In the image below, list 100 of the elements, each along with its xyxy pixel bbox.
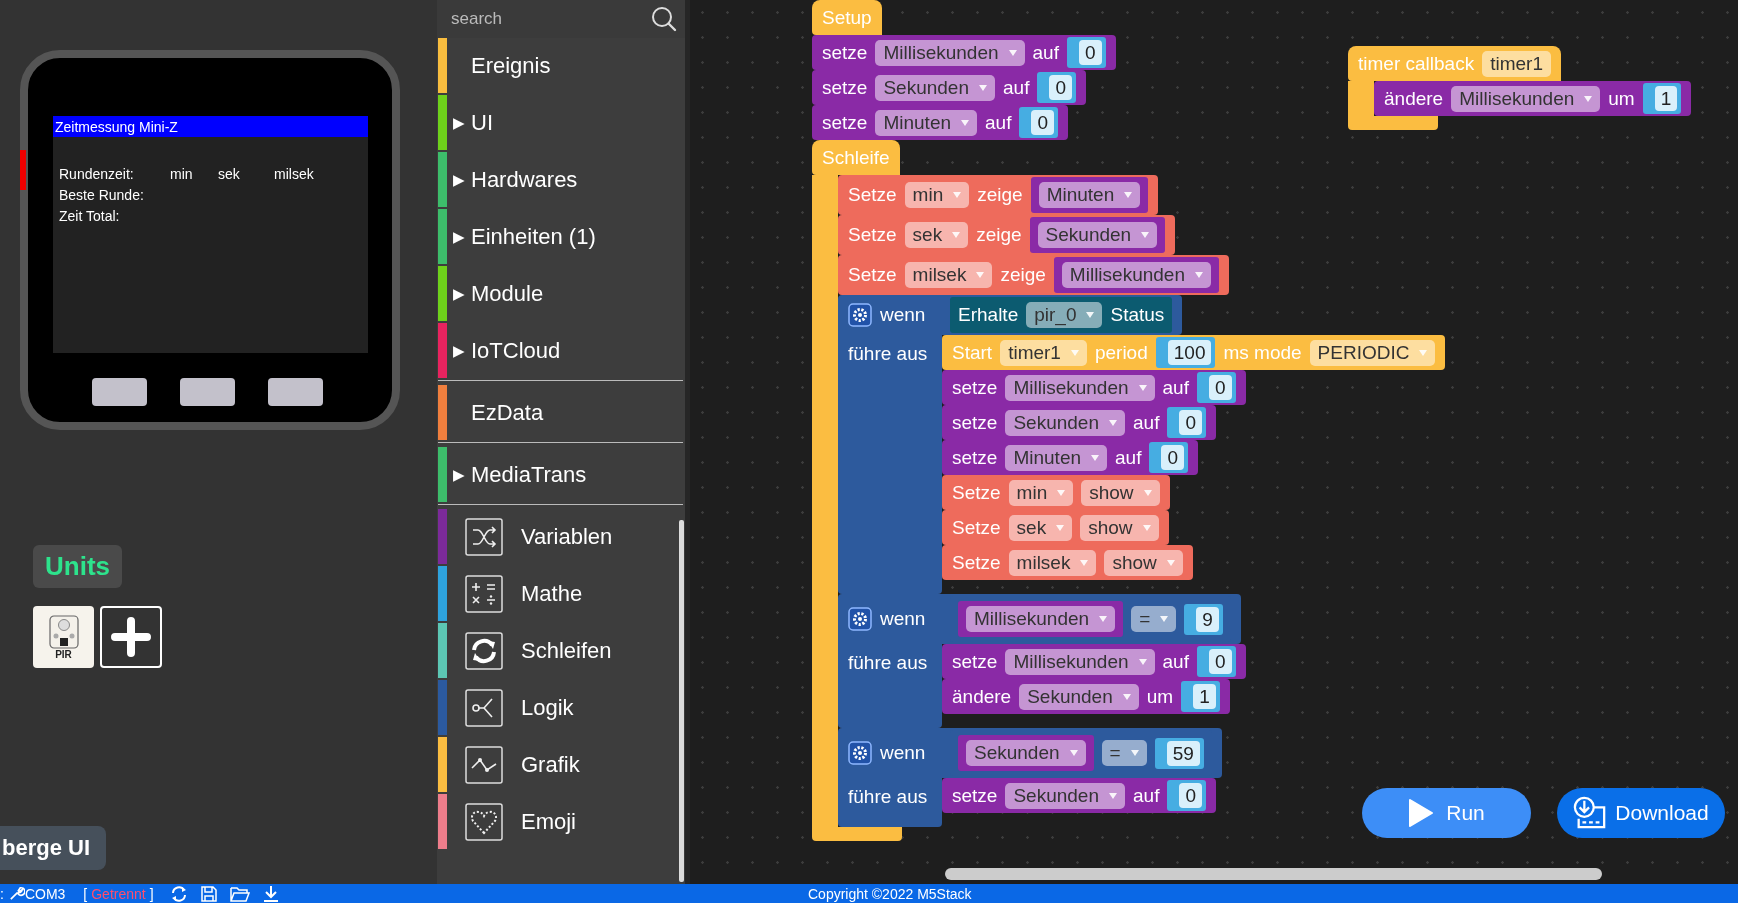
code-block[interactable]: Setze sek show — [942, 510, 1169, 545]
reporter-block[interactable]: Sekunden — [1029, 217, 1166, 253]
category-item[interactable]: ▶ Module — [438, 266, 685, 321]
dropdown-field[interactable]: Sekunden — [1005, 782, 1125, 809]
code-block[interactable]: Setze milsek show — [942, 545, 1193, 580]
number-input[interactable]: 59 — [1154, 737, 1204, 769]
number-input[interactable]: 0 — [1037, 72, 1076, 103]
reporter-block[interactable]: Erhalte pir_0 Status — [950, 297, 1173, 333]
number-input[interactable]: 0 — [1167, 780, 1206, 811]
scrollbar[interactable] — [679, 520, 684, 882]
dropdown-field[interactable]: show — [1104, 549, 1183, 576]
number-input[interactable]: 0 — [1019, 107, 1059, 138]
save-icon[interactable] — [199, 884, 218, 903]
category-item[interactable]: Grafik — [438, 737, 685, 792]
dropdown-field[interactable]: milsek — [904, 262, 993, 288]
caret-icon — [1130, 750, 1139, 756]
category-item[interactable]: ▶ UI — [438, 95, 685, 150]
folder-icon[interactable] — [229, 884, 250, 903]
code-block[interactable]: wenn Sekunden = 59 — [838, 728, 1222, 778]
dropdown-field[interactable]: sek — [1008, 514, 1073, 541]
number-input[interactable]: 100 — [1155, 337, 1216, 368]
reporter-block[interactable]: Sekunden — [958, 735, 1094, 771]
category-item[interactable]: ▶ Einheiten (1) — [438, 209, 685, 264]
code-block[interactable]: setze Sekunden auf 0 — [812, 70, 1086, 105]
dropdown-field[interactable]: show — [1080, 514, 1159, 541]
download-icon[interactable] — [261, 884, 280, 903]
dropdown-field[interactable]: Millisekunden — [1451, 85, 1601, 112]
category-item[interactable]: Mathe — [438, 566, 685, 621]
dropdown-field[interactable]: Millisekunden — [1005, 648, 1155, 675]
dropdown-field[interactable]: pir_0 — [1026, 302, 1103, 328]
dropdown-field[interactable]: Sekunden — [1019, 683, 1139, 710]
gear-icon[interactable] — [848, 741, 872, 765]
reporter-block[interactable]: Millisekunden — [958, 601, 1124, 637]
code-block[interactable]: setze Sekunden auf 0 — [942, 778, 1216, 813]
category-item[interactable]: Emoji — [438, 794, 685, 849]
code-block[interactable]: Start timer1 period 100 ms mode PERIODIC — [942, 335, 1446, 370]
number-input[interactable]: 0 — [1167, 407, 1206, 438]
dropdown-field[interactable]: min — [1008, 479, 1074, 506]
code-block[interactable]: ändere Millisekunden um 1 — [1374, 81, 1692, 116]
dropdown-field[interactable]: sek — [904, 222, 969, 248]
code-block[interactable]: Setze sek zeige Sekunden — [838, 215, 1176, 255]
code-block[interactable]: setze Millisekunden auf 0 — [812, 35, 1116, 70]
code-block[interactable]: Setze milsek zeige Millisekunden — [838, 255, 1229, 295]
add-unit-button[interactable] — [100, 606, 162, 668]
category-item[interactable]: EzData — [438, 385, 685, 440]
dropdown-field[interactable]: show — [1081, 479, 1160, 506]
gear-icon[interactable] — [848, 303, 872, 327]
dropdown-field[interactable]: = — [1131, 606, 1177, 632]
code-block[interactable]: setze Minuten auf 0 — [942, 440, 1199, 475]
category-item[interactable]: ▶ Hardwares — [438, 152, 685, 207]
dropdown-field[interactable]: timer1 — [1000, 339, 1087, 366]
code-block[interactable]: ändere Sekunden um 1 — [942, 679, 1230, 714]
dropdown-field[interactable]: PERIODIC — [1309, 339, 1436, 366]
category-item[interactable]: Logik — [438, 680, 685, 735]
search-field[interactable]: search — [449, 8, 647, 30]
number-input[interactable]: 0 — [1149, 442, 1189, 473]
code-block[interactable]: setze Millisekunden auf 0 — [942, 370, 1246, 405]
dropdown-field[interactable]: = — [1101, 740, 1147, 766]
reporter-block[interactable]: Minuten — [1030, 177, 1149, 213]
code-block[interactable]: setze Sekunden auf 0 — [942, 405, 1216, 440]
dropdown-field[interactable]: Minuten — [1038, 182, 1141, 208]
code-block[interactable]: timer callback timer1 — [1348, 46, 1561, 81]
wrench-icon[interactable] — [7, 885, 25, 902]
category-item[interactable]: Ereignis — [438, 38, 685, 93]
merge-ui-button[interactable]: berge UI — [0, 826, 107, 870]
dropdown-field[interactable]: min — [904, 182, 970, 208]
dropdown-field[interactable]: milsek — [1008, 549, 1097, 576]
code-block[interactable]: setze Millisekunden auf 0 — [942, 644, 1246, 679]
number-input[interactable]: 9 — [1184, 603, 1223, 635]
number-input[interactable]: 1 — [1181, 681, 1220, 712]
code-block[interactable]: Setze min zeige Minuten — [838, 175, 1159, 215]
unit-button[interactable]: PIR — [33, 606, 94, 668]
dropdown-field[interactable]: Sekunden — [875, 74, 995, 101]
category-item[interactable]: Schleifen — [438, 623, 685, 678]
dropdown-field[interactable]: Millisekunden — [875, 39, 1025, 66]
dropdown-field[interactable]: Minuten — [1005, 444, 1108, 471]
code-block[interactable]: wenn Millisekunden = 9 — [838, 594, 1241, 644]
dropdown-field[interactable]: Millisekunden — [1005, 374, 1155, 401]
code-block[interactable]: setze Minuten auf 0 — [812, 105, 1069, 140]
dropdown-field[interactable]: Sekunden — [1005, 409, 1125, 436]
code-block[interactable]: wenn Erhalte pir_0 Status — [838, 295, 1183, 335]
scrollbar[interactable] — [945, 868, 1602, 880]
category-item[interactable]: Variablen — [438, 509, 685, 564]
dropdown-field[interactable]: Minuten — [875, 109, 978, 136]
sync-icon[interactable] — [169, 884, 188, 903]
category-item[interactable]: ▶ MediaTrans — [438, 447, 685, 502]
reporter-block[interactable]: Millisekunden — [1053, 257, 1219, 293]
number-input[interactable]: 1 — [1642, 83, 1682, 114]
download-button[interactable]: Download — [1557, 788, 1725, 838]
dropdown-field[interactable]: Millisekunden — [966, 606, 1116, 632]
category-item[interactable]: ▶ IoTCloud — [438, 323, 685, 378]
name-field[interactable]: timer1 — [1482, 50, 1551, 77]
dropdown-field[interactable]: Sekunden — [966, 740, 1086, 766]
number-input[interactable]: 0 — [1066, 37, 1106, 68]
code-block[interactable]: Setze min show — [942, 475, 1170, 510]
number-input[interactable]: 0 — [1196, 372, 1236, 403]
dropdown-field[interactable]: Millisekunden — [1061, 262, 1211, 288]
number-input[interactable]: 0 — [1196, 646, 1236, 677]
dropdown-field[interactable]: Sekunden — [1037, 222, 1158, 248]
gear-icon[interactable] — [848, 607, 872, 631]
